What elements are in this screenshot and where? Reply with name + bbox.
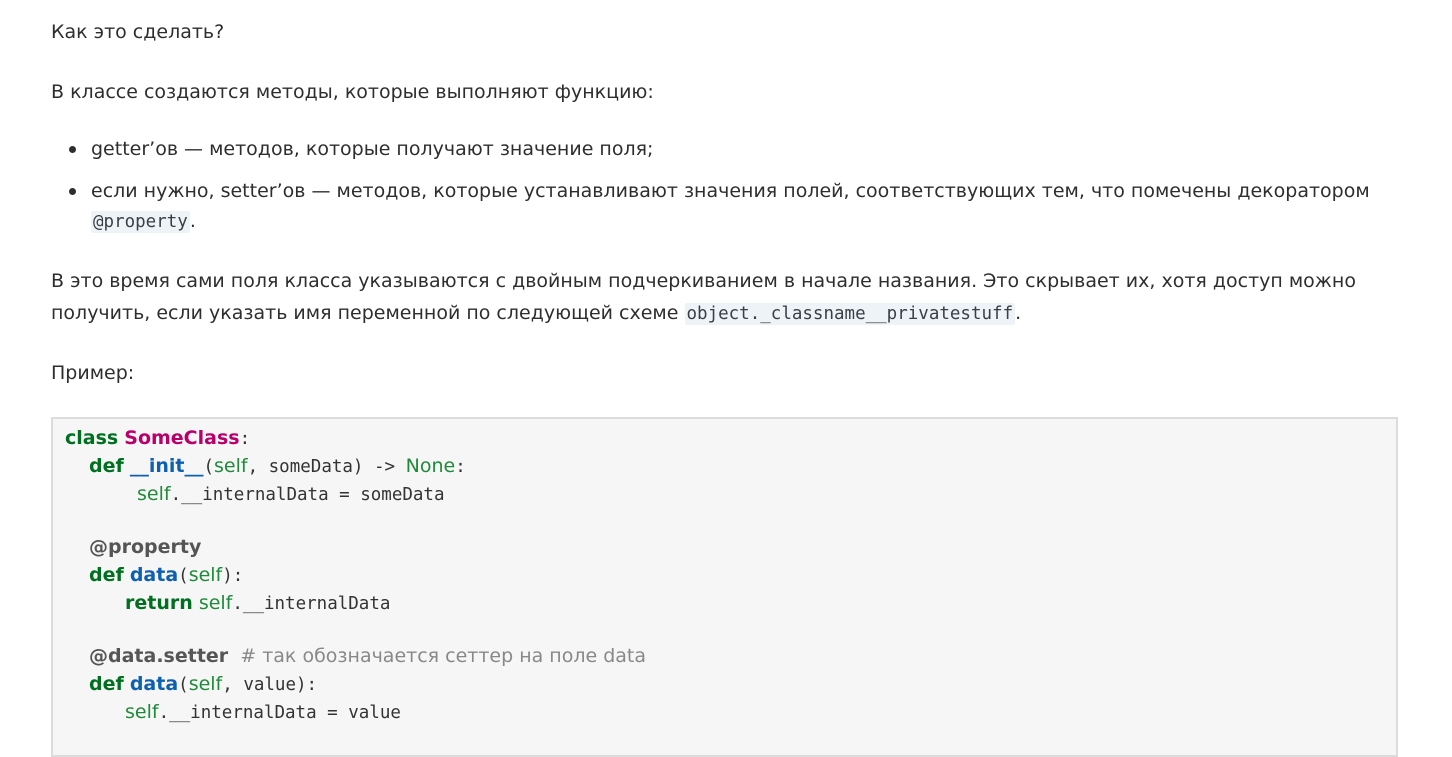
code-line: self.__internalData = value: [125, 698, 401, 726]
explanation-tail: .: [1015, 302, 1022, 324]
keyword: return: [125, 592, 193, 614]
keyword: class: [65, 427, 119, 449]
bullet-icon: [69, 188, 76, 195]
list-item-tail: .: [189, 210, 196, 232]
code-text: .__internalData: [232, 594, 391, 614]
punctuation: (: [178, 566, 189, 586]
self-keyword: self: [214, 455, 248, 477]
self-keyword: self: [188, 673, 223, 695]
function-name: data: [129, 673, 179, 695]
list-item: если нужно, setter’ов — методов, которые…: [51, 176, 1370, 237]
punctuation: (: [178, 675, 189, 695]
intro-text: В классе создаются методы, которые выпол…: [51, 81, 654, 103]
self-keyword: self: [188, 564, 223, 586]
explanation-line-2: получить, если указать имя переменной по…: [51, 297, 1021, 330]
function-name: __init__: [129, 455, 204, 477]
bullet-icon: [69, 146, 76, 153]
code-block[interactable]: class SomeClass: def __init__(self, some…: [51, 417, 1398, 757]
question-text: Как это сделать?: [51, 21, 225, 43]
code-line: def __init__(self, someData) -> None:: [89, 452, 466, 480]
list-item-text: если нужно, setter’ов — методов, которые…: [91, 180, 1370, 202]
decorator: @data.setter: [89, 645, 229, 667]
code-text: .__internalData = value: [158, 703, 401, 723]
code-text: , value):: [222, 675, 318, 695]
punctuation: :: [239, 429, 251, 449]
code-line: class SomeClass:: [65, 424, 250, 452]
explanation-text: получить, если указать имя переменной по…: [51, 302, 679, 324]
inline-code: @property: [91, 211, 190, 233]
list-item-text: getter’ов — методов, которые получают зн…: [91, 138, 654, 160]
none-keyword: None: [405, 455, 456, 477]
punctuation: :: [455, 457, 466, 477]
punctuation: ):: [222, 566, 244, 586]
code-line: return self.__internalData: [125, 589, 390, 617]
self-keyword: self: [125, 701, 159, 723]
list-item: getter’ов — методов, которые получают зн…: [51, 134, 1370, 164]
code-line: @property: [89, 533, 201, 561]
keyword: def: [89, 455, 124, 477]
self-keyword: self: [198, 592, 233, 614]
keyword: def: [89, 564, 124, 586]
code-line: def data(self):: [89, 561, 243, 589]
code-text: , someData) ->: [247, 457, 406, 477]
code-line: self.__internalData = someData: [137, 480, 445, 508]
example-label: Пример:: [51, 362, 135, 384]
keyword: def: [89, 673, 124, 695]
function-name: data: [129, 564, 179, 586]
explanation-line-1: В это время сами поля класса указываются…: [51, 270, 1356, 292]
self-keyword: self: [137, 483, 171, 505]
bullet-list: getter’ов — методов, которые получают зн…: [51, 134, 1370, 237]
code-text: .__internalData = someData: [170, 485, 445, 505]
code-line: @data.setter # так обозначается сеттер н…: [89, 642, 646, 670]
class-name: SomeClass: [124, 427, 240, 449]
inline-code: object._classname__privatestuff: [684, 303, 1016, 325]
code-line: def data(self, value):: [89, 670, 317, 698]
code-comment: # так обозначается сеттер на поле data: [240, 645, 647, 667]
punctuation: (: [203, 457, 214, 477]
decorator: @property: [89, 536, 202, 558]
